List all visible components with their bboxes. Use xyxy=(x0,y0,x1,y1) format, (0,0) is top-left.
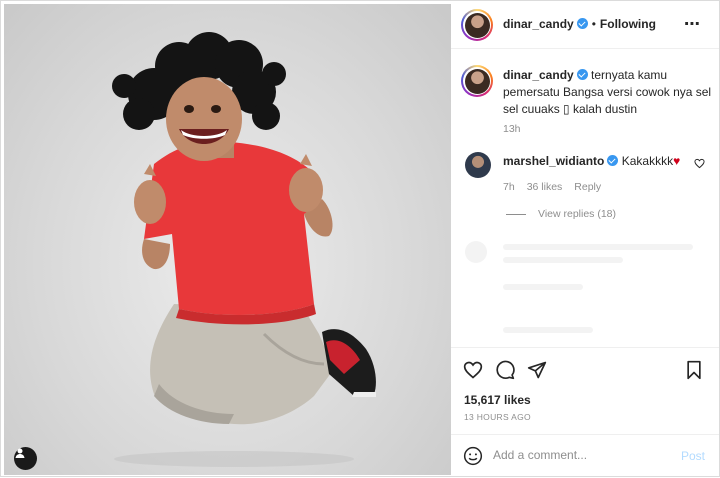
person-jumping-illustration xyxy=(112,32,376,467)
save-bookmark-icon[interactable] xyxy=(685,360,703,383)
post-actions: 15,617 likes 13 HOURS AGO xyxy=(451,347,719,437)
separator-dot: • xyxy=(591,17,596,31)
commenter-avatar[interactable] xyxy=(465,152,491,178)
instagram-post-modal: dinar_candy • Following ⋯ dinar_candy tern… xyxy=(0,0,720,477)
user-icon xyxy=(15,448,25,458)
comment-meta: 7h 36 likes Reply xyxy=(503,181,613,193)
caption-username[interactable]: dinar_candy xyxy=(503,68,574,82)
post-photo[interactable] xyxy=(4,4,451,475)
author-avatar[interactable] xyxy=(461,9,493,41)
view-replies-button[interactable]: View replies (18) xyxy=(506,208,616,220)
add-comment-input[interactable] xyxy=(493,448,673,462)
verified-badge-icon xyxy=(576,69,588,80)
comment-like-heart-icon[interactable] xyxy=(694,158,705,172)
add-comment-bar: Post xyxy=(451,434,719,478)
verified-badge-icon xyxy=(576,18,588,29)
tagged-users-button[interactable] xyxy=(14,447,37,470)
commenter-username[interactable]: marshel_widianto xyxy=(503,154,604,168)
loading-line-placeholder xyxy=(503,257,623,263)
share-paper-plane-icon[interactable] xyxy=(527,360,547,383)
caption-author-avatar[interactable] xyxy=(461,65,493,97)
caption-time[interactable]: 13h xyxy=(503,123,521,135)
likes-count[interactable]: 15,617 likes xyxy=(464,393,531,407)
posted-time[interactable]: 13 HOURS AGO xyxy=(464,412,531,422)
comment: marshel_widianto Kakakkkk♥ xyxy=(503,154,680,168)
reply-button[interactable]: Reply xyxy=(574,181,601,193)
replies-divider xyxy=(506,213,526,215)
comment-text: Kakakkkk xyxy=(621,154,674,168)
post-caption: dinar_candy ternyata kamu pemersatu Bang… xyxy=(503,67,713,118)
view-replies-label: View replies (18) xyxy=(538,208,617,220)
verified-badge-icon xyxy=(607,155,619,166)
loading-line-placeholder xyxy=(503,284,583,290)
loading-line-placeholder xyxy=(503,327,593,333)
post-header: dinar_candy • Following ⋯ xyxy=(451,1,719,49)
following-button[interactable]: Following xyxy=(600,17,656,31)
comment-time[interactable]: 7h xyxy=(503,181,515,193)
post-comment-button[interactable]: Post xyxy=(681,449,705,463)
emoji-smiley-icon[interactable] xyxy=(463,446,483,469)
comment-bubble-icon[interactable] xyxy=(495,360,515,383)
more-options-icon[interactable]: ⋯ xyxy=(684,14,701,34)
like-heart-icon[interactable] xyxy=(463,360,483,383)
loading-line-placeholder xyxy=(503,244,693,250)
comment-likes[interactable]: 36 likes xyxy=(527,181,563,193)
post-sidebar: dinar_candy • Following ⋯ dinar_candy tern… xyxy=(451,1,719,478)
loading-avatar-placeholder xyxy=(465,241,487,263)
red-heart-emoji: ♥ xyxy=(673,154,681,168)
author-username[interactable]: dinar_candy xyxy=(503,17,574,31)
